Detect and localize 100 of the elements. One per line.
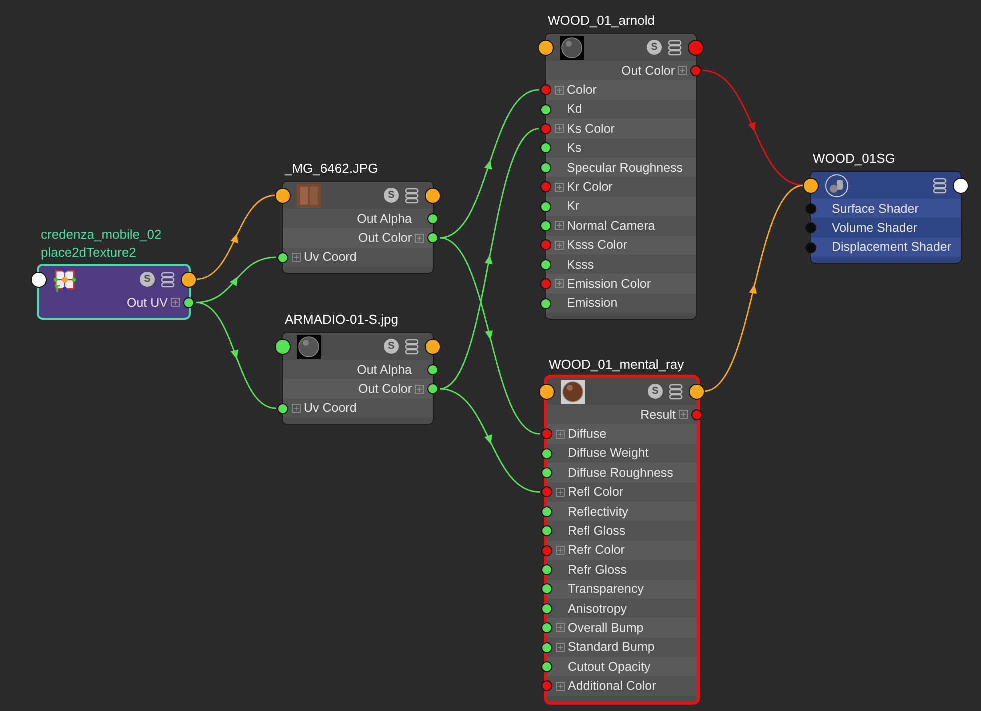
attribute-label: Refl Gloss: [568, 524, 626, 538]
attribute-label: Uv Coord: [304, 250, 357, 264]
input-port[interactable]: [540, 123, 552, 134]
attribute-label: Specular Roughness: [567, 160, 684, 175]
input-port[interactable]: [542, 603, 552, 614]
input-port[interactable]: [542, 642, 552, 653]
list-icon[interactable]: [933, 178, 947, 194]
input-port[interactable]: [538, 40, 554, 56]
input-port[interactable]: [806, 203, 816, 214]
attribute-label: Normal Camera: [567, 218, 656, 233]
attribute-label: Ks: [567, 141, 582, 156]
attribute-label: Cutout Opacity: [568, 660, 651, 674]
list-icon[interactable]: [668, 40, 682, 56]
list-icon[interactable]: [669, 384, 683, 400]
input-port[interactable]: [540, 298, 552, 309]
attribute-label: Diffuse Roughness: [568, 466, 674, 480]
material-swatch-icon: [297, 334, 321, 358]
input-port[interactable]: [803, 178, 819, 194]
input-port[interactable]: [278, 403, 288, 414]
attribute-label: Uv Coord: [304, 401, 357, 416]
connection-wire[interactable]: [196, 302, 276, 410]
attribute-label: Out Color: [358, 231, 412, 246]
attribute-label: Transparency: [568, 582, 644, 596]
attribute-label: Emission Color: [567, 276, 652, 291]
input-port[interactable]: [542, 526, 552, 537]
attribute-label: Out Alpha: [357, 362, 412, 377]
attribute-label: Ksss: [567, 258, 594, 272]
connection-wire[interactable]: [440, 89, 540, 239]
attribute-label: Refr Gloss: [568, 562, 628, 577]
input-port[interactable]: [275, 338, 291, 354]
node-title: ARMADIO-01-S.jpg: [284, 311, 400, 329]
attribute-label: Result: [640, 408, 676, 422]
input-port[interactable]: [542, 448, 552, 459]
input-port[interactable]: [806, 222, 816, 234]
input-port[interactable]: [542, 486, 552, 498]
attribute-label: Color: [567, 83, 597, 98]
input-port[interactable]: [542, 545, 552, 556]
swatch-toggle-button[interactable]: S: [140, 272, 155, 287]
input-port[interactable]: [542, 622, 552, 634]
node-card[interactable]: S Out Alpha Out Color Uv Coord: [283, 182, 433, 274]
input-port[interactable]: [540, 104, 552, 115]
node-title: WOOD_01_mental_ray: [548, 356, 686, 374]
shading-group-icon: [825, 174, 849, 198]
input-port[interactable]: [540, 162, 552, 174]
attribute-label: Diffuse: [568, 427, 607, 442]
swatch-toggle-button[interactable]: S: [648, 384, 663, 399]
input-port[interactable]: [806, 242, 816, 253]
connection-wire[interactable]: [196, 194, 276, 280]
material-swatch-icon: [560, 36, 584, 60]
output-port[interactable]: [428, 384, 438, 395]
connection-wire[interactable]: [440, 237, 540, 435]
connection-wire[interactable]: [440, 388, 540, 493]
node-title: credenza_mobile_02: [40, 226, 163, 244]
texture-placement-icon: [53, 268, 77, 292]
input-port[interactable]: [542, 680, 552, 692]
output-port[interactable]: [428, 232, 438, 244]
attribute-label: Anisotropy: [568, 602, 628, 616]
node-card[interactable]: S Out Alpha Out Color Uv Coord: [283, 333, 433, 424]
node-title: _MG_6462.JPG: [284, 160, 380, 178]
input-port[interactable]: [539, 384, 555, 400]
attribute-label: Out Alpha: [357, 212, 412, 226]
input-port[interactable]: [542, 506, 552, 518]
expand-icon[interactable]: [171, 298, 180, 308]
list-icon[interactable]: [405, 188, 419, 204]
list-icon[interactable]: [405, 338, 419, 354]
attribute-label: Ksss Color: [567, 238, 628, 252]
node-card[interactable]: S Out UV: [39, 266, 189, 318]
input-port[interactable]: [542, 584, 552, 595]
attribute-label: Out Color: [358, 382, 412, 396]
attribute-label: Diffuse Weight: [568, 446, 649, 460]
input-port[interactable]: [278, 252, 288, 263]
node-card[interactable]: S Out Color Color Kd Ks Color Ks Specular Roughness Kr Color Kr Normal Camera Ksss Color Ksss Emission Color Emission: [546, 34, 696, 320]
input-port[interactable]: [542, 661, 552, 672]
input-port[interactable]: [540, 201, 552, 212]
node-card[interactable]: Surface Shader Volume Shader Displacement Shader: [811, 172, 961, 264]
attribute-label: Kr: [567, 199, 580, 214]
list-icon[interactable]: [161, 272, 175, 288]
input-port[interactable]: [540, 142, 552, 154]
swatch-toggle-button[interactable]: S: [384, 339, 399, 354]
node-title: WOOD_01_arnold: [547, 12, 656, 30]
swatch-toggle-button[interactable]: S: [647, 40, 662, 55]
input-port[interactable]: [540, 182, 552, 193]
attribute-label: Standard Bump: [568, 640, 655, 654]
input-port[interactable]: [275, 188, 291, 204]
material-swatch-icon: [561, 380, 585, 404]
input-port[interactable]: [540, 220, 552, 232]
attribute-label: Refl Color: [568, 485, 624, 500]
attribute-label: Refr Color: [568, 543, 625, 558]
connection-wire[interactable]: [440, 128, 540, 390]
input-port[interactable]: [540, 240, 552, 251]
input-port[interactable]: [542, 428, 552, 440]
node-card[interactable]: S Result Diffuse Diffuse Weight Diffuse Roughness Refl Color Reflectivity Refl Gloss Refr Color Refr Gloss Transparency Anisotropy Overall Bump Standard Bump Cutout Opacity Additional Color: [547, 378, 697, 702]
swatch-toggle-button[interactable]: S: [384, 188, 399, 203]
input-port[interactable]: [31, 272, 47, 288]
input-port[interactable]: [540, 84, 552, 96]
input-port[interactable]: [540, 278, 552, 290]
input-port[interactable]: [542, 564, 552, 576]
input-port[interactable]: [540, 259, 552, 270]
attribute-label: Overall Bump: [568, 620, 644, 635]
input-port[interactable]: [542, 467, 552, 478]
